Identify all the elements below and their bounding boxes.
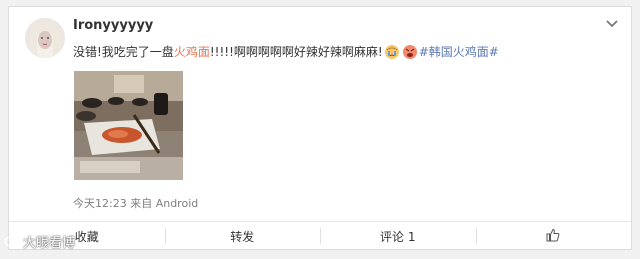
post-timestamp[interactable]: 今天12:23 [73, 197, 127, 210]
thumbs-up-icon [546, 228, 560, 245]
emoji-angry-icon [402, 44, 418, 60]
emoji-crying-icon [384, 44, 400, 60]
post-text: 没错!我吃完了一盘火鸡面!!!!!啊啊啊啊啊好辣好辣啊麻麻! #韩国火鸡面# [73, 43, 499, 60]
post-text-suffix: !!!!!啊啊啊啊啊好辣好辣啊麻麻! [209, 45, 383, 59]
favorite-label: 收藏 [74, 229, 99, 244]
weibo-logo-icon [4, 233, 20, 251]
username-link[interactable]: Ironyyyyyy [73, 18, 153, 33]
source-prefix: 来自 [130, 197, 153, 210]
watermark-text: 大眼看博 [23, 236, 76, 251]
repost-button[interactable]: 转发 [164, 222, 321, 250]
comment-label: 评论 1 [380, 229, 416, 244]
comment-button[interactable]: 评论 1 [320, 222, 476, 250]
chevron-down-icon[interactable] [605, 16, 619, 30]
user-avatar[interactable] [25, 18, 65, 58]
repost-label: 转发 [230, 229, 255, 244]
post-meta: 今天12:23 来自 Android [73, 195, 198, 211]
weibo-post-card: Ironyyyyyy 没错!我吃完了一盘火鸡面!!!!!啊啊啊啊啊好辣好辣啊麻麻… [8, 6, 632, 250]
hashtag-link[interactable]: #韩国火鸡面# [419, 45, 499, 59]
topic-link[interactable]: 火鸡面 [174, 45, 210, 59]
like-button[interactable] [475, 222, 632, 250]
action-bar: 收藏 转发 评论 1 [9, 221, 631, 250]
watermark: 大眼看博 [4, 232, 75, 251]
post-source[interactable]: Android [156, 197, 199, 210]
post-text-prefix: 没错!我吃完了一盘 [73, 45, 174, 59]
post-photo[interactable] [74, 71, 183, 180]
